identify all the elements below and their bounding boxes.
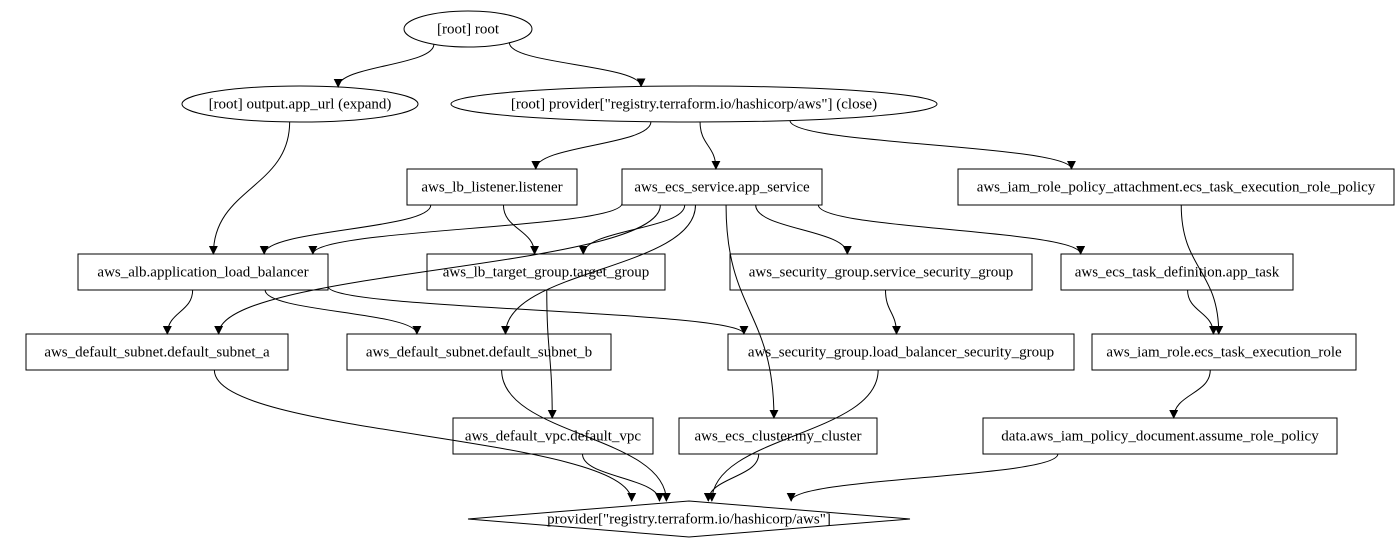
edge-aws-iam-role-ecs-task-execution-role-to-data-aws-iam-policy-document-assume-role-policy xyxy=(1174,370,1211,418)
edge-provider-close-to-aws-ecs-service-app-service xyxy=(700,122,716,169)
node-provider: provider["registry.terraform.io/hashicor… xyxy=(468,501,910,537)
node-label: [root] provider["registry.terraform.io/h… xyxy=(511,96,877,112)
node-label: aws_security_group.service_security_grou… xyxy=(749,264,1014,280)
node-aws-iam-role-policy-attachment-ecs-task-execution-role-polic: aws_iam_role_policy_attachment.ecs_task_… xyxy=(958,169,1394,205)
node-aws-default-subnet-default-subnet-b: aws_default_subnet.default_subnet_b xyxy=(347,334,611,370)
node-aws-default-vpc-default-vpc: aws_default_vpc.default_vpc xyxy=(453,418,653,454)
edge-aws-ecs-cluster-my-cluster-to-provider xyxy=(708,454,758,501)
node-label: provider["registry.terraform.io/hashicor… xyxy=(547,511,831,527)
node-label: aws_lb_target_group.target_group xyxy=(443,264,649,280)
edge-root-to-provider-close xyxy=(509,43,641,87)
node-label: aws_iam_role.ecs_task_execution_role xyxy=(1106,344,1342,360)
edge-aws-lb-listener-listener-to-aws-alb-application-load-balancer xyxy=(264,205,431,254)
terraform-dependency-graph: [root] root [root] output.app_url (expand… xyxy=(0,0,1400,552)
edge-aws-ecs-service-app-service-to-aws-ecs-cluster-my-cluster xyxy=(726,205,774,418)
node-label: [root] root xyxy=(437,21,500,37)
edge-aws-alb-application-load-balancer-to-aws-security-group-load-balancer-security-group xyxy=(328,286,744,334)
node-label: aws_security_group.load_balancer_securit… xyxy=(748,344,1054,360)
node-label: aws_iam_role_policy_attachment.ecs_task_… xyxy=(977,179,1376,195)
node-label: aws_default_subnet.default_subnet_a xyxy=(44,344,270,360)
node-aws-ecs-cluster-my-cluster: aws_ecs_cluster.my_cluster xyxy=(679,418,877,454)
edge-aws-default-vpc-default-vpc-to-provider xyxy=(582,454,659,501)
node-aws-default-subnet-default-subnet-a: aws_default_subnet.default_subnet_a xyxy=(26,334,288,370)
node-label: aws_default_vpc.default_vpc xyxy=(465,428,642,444)
node-aws-lb-listener-listener: aws_lb_listener.listener xyxy=(407,169,577,205)
node-aws-alb-application-load-balancer: aws_alb.application_load_balancer xyxy=(78,254,328,290)
edge-aws-ecs-service-app-service-to-aws-security-group-service-security-group xyxy=(756,205,848,254)
edge-root-to-output-app-url-expand xyxy=(338,44,434,87)
edge-provider-close-to-aws-iam-role-policy-attachment-ecs-task-execution-role-polic xyxy=(790,121,1071,169)
node-aws-ecs-task-definition-app-task: aws_ecs_task_definition.app_task xyxy=(1061,254,1293,290)
node-aws-ecs-service-app-service: aws_ecs_service.app_service xyxy=(622,169,822,205)
node-data-aws-iam-policy-document-assume-role-policy: data.aws_iam_policy_document.assume_role… xyxy=(983,418,1337,454)
node-output-app-url-expand: [root] output.app_url (expand) xyxy=(182,86,418,122)
node-label: aws_ecs_cluster.my_cluster xyxy=(694,428,861,444)
edge-aws-ecs-service-app-service-to-aws-ecs-task-definition-app-task xyxy=(818,205,1080,254)
node-provider-close: [root] provider["registry.terraform.io/h… xyxy=(451,86,937,122)
edge-provider-close-to-aws-lb-listener-listener xyxy=(536,122,651,169)
edge-aws-security-group-service-security-group-to-aws-security-group-load-balancer-security-group xyxy=(886,290,897,334)
edge-aws-alb-application-load-balancer-to-aws-default-subnet-default-subnet-a xyxy=(167,290,192,334)
node-label: aws_alb.application_load_balancer xyxy=(97,264,308,280)
node-aws-security-group-load-balancer-security-group: aws_security_group.load_balancer_securit… xyxy=(728,334,1074,370)
edge-aws-alb-application-load-balancer-to-aws-default-subnet-default-subnet-b xyxy=(265,290,417,334)
node-label: [root] output.app_url (expand) xyxy=(209,96,392,112)
node-label: aws_lb_listener.listener xyxy=(421,179,562,195)
node-aws-security-group-service-security-group: aws_security_group.service_security_grou… xyxy=(730,254,1032,290)
node-label: aws_default_subnet.default_subnet_b xyxy=(366,344,592,360)
edge-aws-ecs-task-definition-app-task-to-aws-iam-role-ecs-task-execution-role xyxy=(1188,290,1214,334)
edge-data-aws-iam-policy-document-assume-role-policy-to-provider xyxy=(791,454,1058,501)
node-root: [root] root xyxy=(404,11,532,47)
node-label: data.aws_iam_policy_document.assume_role… xyxy=(1001,428,1319,444)
node-aws-iam-role-ecs-task-execution-role: aws_iam_role.ecs_task_execution_role xyxy=(1092,334,1356,370)
edge-output-app-url-expand-to-aws-alb-application-load-balancer xyxy=(213,122,289,254)
edge-aws-lb-listener-listener-to-aws-lb-target-group-target-group xyxy=(503,205,534,254)
node-label: aws_ecs_task_definition.app_task xyxy=(1075,264,1280,280)
node-label: aws_ecs_service.app_service xyxy=(634,179,810,195)
